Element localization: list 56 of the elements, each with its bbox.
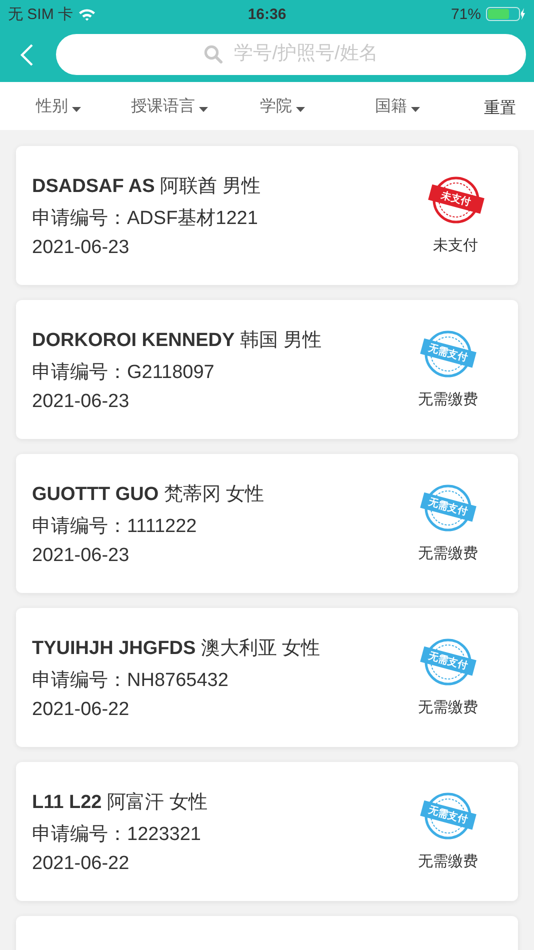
date-text: 2021-06-22 (32, 852, 130, 874)
gender-text: 女性 (282, 638, 320, 658)
student-name: DSADSAF AS (32, 176, 155, 196)
filter-dropdown[interactable]: 学院 (260, 96, 305, 116)
reset-button[interactable]: 重置 (484, 98, 516, 118)
record-card[interactable]: TYUIHJH JHGFDS 澳大利亚 女性 申请编号：NH8765432 2021-06-22 无需支付 无需缴费 (16, 608, 518, 747)
date-text: 2021-06-23 (32, 544, 130, 566)
filter-dropdown[interactable]: 国籍 (375, 96, 420, 116)
date-text: 2021-06-23 (32, 236, 130, 258)
application-number: 申请编号：G2118097 (32, 360, 216, 384)
wifi-icon (78, 8, 96, 20)
application-number: 申请编号：ADSF基材1221 (32, 206, 259, 230)
battery-percent: 71% (450, 6, 481, 22)
payment-status: 未支付 (432, 236, 479, 256)
country-text: 阿富汗 (107, 792, 164, 812)
record-card[interactable]: GUOTTT GUO 梵蒂冈 女性 申请编号：1111222 2021-06-23 无需支付 无需缴费 (16, 454, 518, 593)
caret-icon (411, 106, 420, 112)
payment-status: 无需缴费 (417, 698, 479, 718)
gender-text: 男性 (222, 176, 260, 196)
student-name: GUOTTT GUO (32, 484, 159, 504)
date-text: 2021-06-23 (32, 390, 130, 412)
payment-stamp: 无需支付 (418, 638, 478, 686)
clock-text: 16:36 (248, 6, 286, 22)
application-number: 申请编号：NH8765432 (32, 668, 230, 692)
student-name: TYUIHJH JHGFDS (32, 638, 196, 658)
record-card[interactable]: L11 L22 阿富汗 女性 申请编号：1223321 2021-06-22 无需支付 无需缴费 (16, 762, 518, 901)
gender-text: 女性 (169, 792, 208, 812)
search-icon (204, 44, 223, 64)
record-card[interactable]: DORKOROI KENNEDY 韩国 男性 申请编号：G2118097 2021-06-23 无需支付 无需缴费 (16, 300, 518, 439)
payment-stamp: 无需支付 (418, 484, 478, 532)
payment-stamp: 无需支付 (418, 792, 478, 840)
country-text: 阿联酋 (160, 176, 218, 196)
battery-icon (486, 7, 526, 21)
application-number: 申请编号：1111222 (32, 514, 198, 538)
filter-dropdown[interactable]: 性别 (36, 96, 81, 116)
country-text: 梵蒂冈 (164, 484, 221, 504)
caret-icon (72, 106, 81, 112)
gender-text: 女性 (226, 484, 264, 504)
filter-dropdown[interactable]: 授课语言 (131, 96, 208, 116)
carrier-text: 无 SIM 卡 (8, 4, 74, 24)
application-number: 申请编号：1223321 (32, 822, 202, 846)
country-text: 澳大利亚 (200, 638, 277, 658)
payment-stamp: 无需支付 (418, 330, 478, 378)
payment-status: 无需缴费 (417, 544, 479, 564)
date-text: 2021-06-22 (32, 698, 130, 720)
student-name: DORKOROI KENNEDY (32, 330, 235, 350)
country-text: 韩国 (240, 330, 278, 350)
caret-icon (296, 106, 305, 112)
payment-status: 无需缴费 (417, 852, 479, 872)
student-name: L11 L22 (32, 792, 102, 812)
caret-icon (199, 106, 208, 112)
payment-stamp: 未支付 (426, 176, 486, 224)
back-icon[interactable] (20, 43, 34, 67)
gender-text: 男性 (283, 330, 322, 350)
payment-status: 无需缴费 (417, 390, 479, 410)
record-card[interactable]: DSADSAF AS 阿联酋 男性 申请编号：ADSF基材1221 2021-06-23 未支付 未支付 (16, 146, 518, 285)
